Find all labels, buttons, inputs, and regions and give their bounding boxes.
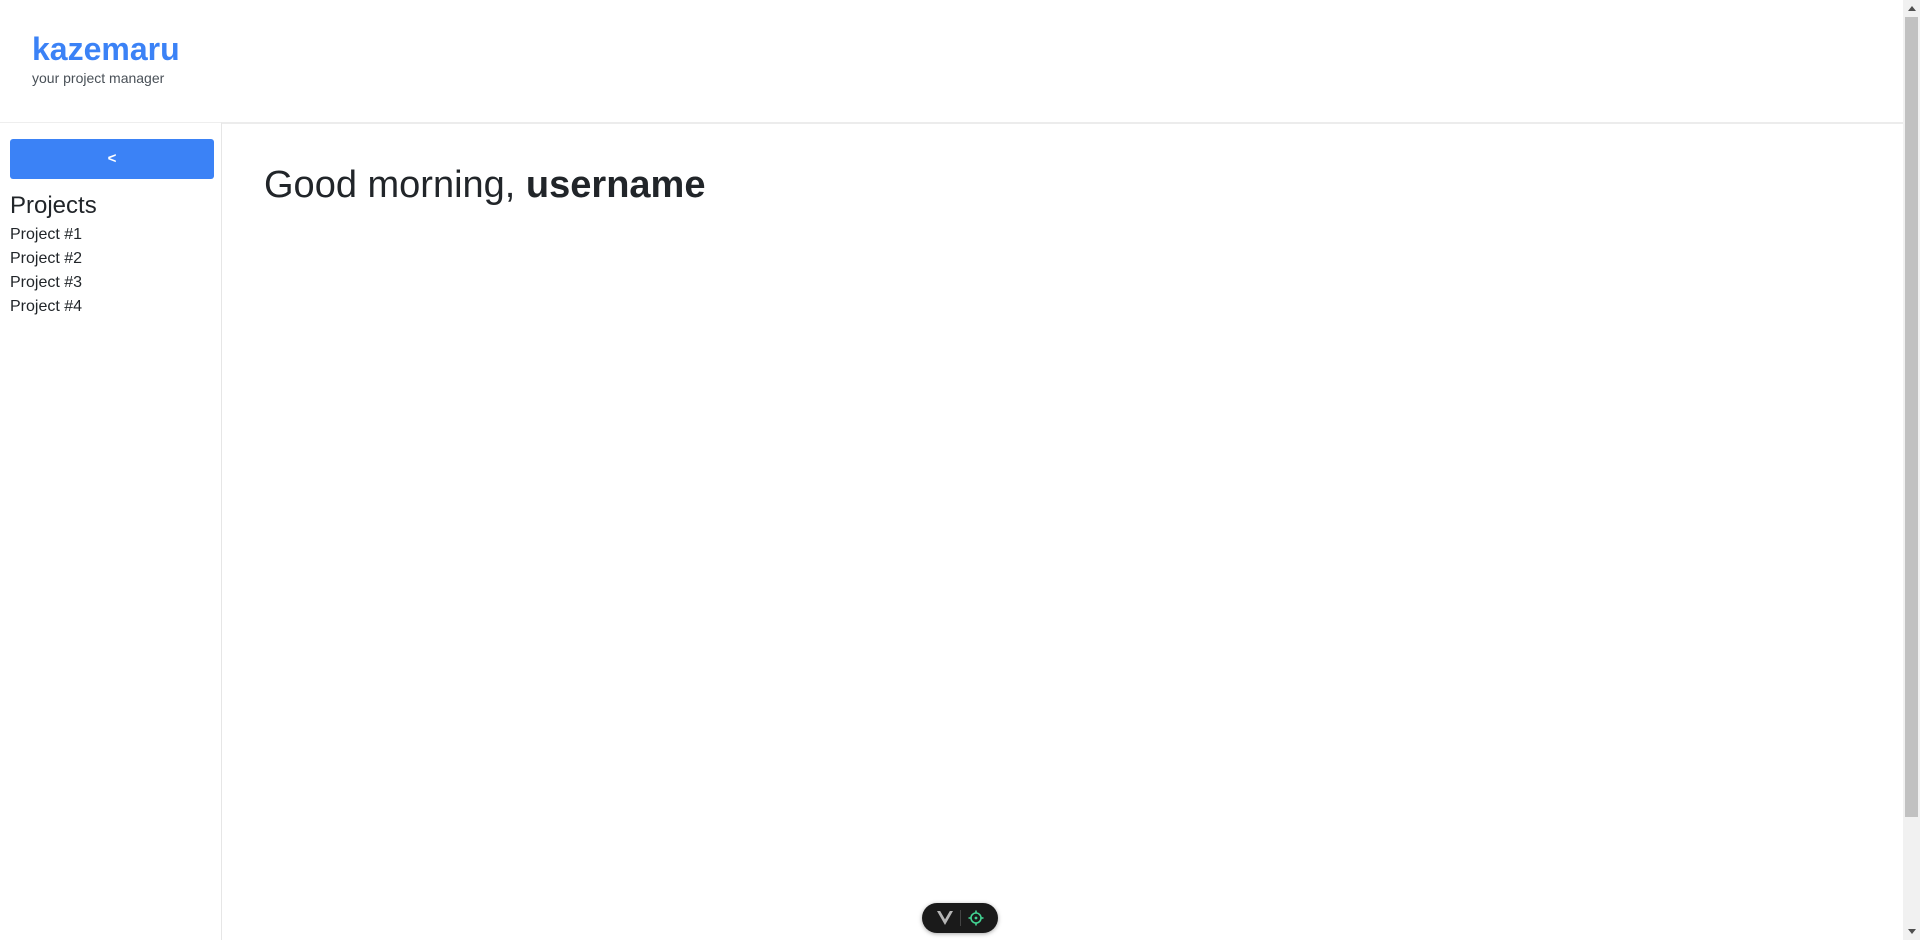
brand: kazemaru your project manager [32,30,180,86]
vue-logo-icon[interactable] [930,903,960,933]
app-header: kazemaru your project manager [0,0,1903,122]
page-scrollbar[interactable] [1903,0,1920,940]
sidebar: < Projects Project #1 Project #2 Project… [0,122,222,940]
scroll-down-arrow-icon[interactable] [1903,923,1920,940]
sidebar-item-project-3[interactable]: Project #3 [10,271,82,295]
brand-name[interactable]: kazemaru [32,30,180,68]
sidebar-item-project-2[interactable]: Project #2 [10,247,82,271]
greeting-prefix: Good morning, [264,164,526,206]
app-window: kazemaru your project manager < Projects… [0,0,1920,940]
brand-tagline: your project manager [32,70,165,86]
projects-list: Project #1 Project #2 Project #3 Project… [10,223,82,319]
projects-heading: Projects [10,192,97,219]
greeting-heading: Good morning, username [264,162,705,208]
collapse-sidebar-button[interactable]: < [10,139,214,179]
scrollbar-thumb[interactable] [1905,17,1918,817]
greeting-username: username [525,164,706,206]
main-content: Good morning, username [222,122,1903,940]
scroll-up-arrow-icon[interactable] [1903,0,1920,17]
sidebar-item-project-4[interactable]: Project #4 [10,295,82,319]
sidebar-item-project-1[interactable]: Project #1 [10,223,82,247]
dev-toolbar [922,903,998,933]
crosshair-target-icon[interactable] [961,903,991,933]
